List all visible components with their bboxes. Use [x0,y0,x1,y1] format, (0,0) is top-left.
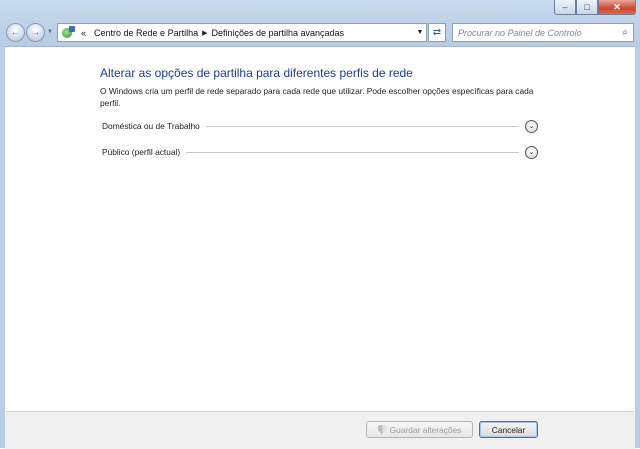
arrow-right-icon: → [30,27,41,38]
back-button[interactable]: ← [6,23,25,42]
recent-pages-dropdown[interactable]: ▼ [47,29,53,35]
breadcrumb-overflow-button[interactable]: « [77,28,90,38]
address-dropdown-icon[interactable]: ▼ [414,29,426,36]
breadcrumb-advanced-sharing[interactable]: Definições de partilha avançadas [207,28,348,38]
close-button[interactable]: ✕ [598,0,636,15]
uac-shield-icon [378,425,387,435]
footer-bar: Guardar alterações Cancelar [5,411,635,449]
page-description: O Windows cria um perfil de rede separad… [100,86,534,108]
section-label: Público (perfil actual) [102,147,181,157]
section-home-or-work[interactable]: Doméstica ou de Trabalho ⌄ [102,119,538,133]
search-input[interactable] [453,27,617,38]
expand-chevron-icon[interactable]: ⌄ [525,119,538,133]
section-divider [186,151,519,153]
title-bar: – □ ✕ [0,0,640,20]
caption-buttons: – □ ✕ [554,0,636,15]
refresh-icon: ⇄ [432,27,442,38]
navigation-bar: ← → ▼ « Centro de Rede e Partilha ▶ Defi… [0,20,640,46]
forward-button[interactable]: → [26,23,45,42]
section-divider [205,125,519,127]
refresh-button[interactable]: ⇄ [428,23,446,42]
cancel-label: Cancelar [491,424,526,435]
search-box: ⌕ [452,23,634,42]
save-changes-label: Guardar alterações [389,424,462,435]
section-public[interactable]: Público (perfil actual) ⌄ [102,145,538,159]
address-bar[interactable]: « Centro de Rede e Partilha ▶ Definições… [57,23,427,42]
expand-chevron-icon[interactable]: ⌄ [525,145,538,159]
search-icon[interactable]: ⌕ [617,27,633,38]
minimize-button[interactable]: – [554,0,576,15]
cancel-button[interactable]: Cancelar [479,421,538,438]
section-label: Doméstica ou de Trabalho [102,121,200,131]
arrow-left-icon: ← [10,27,21,38]
network-pipe-icon [69,25,75,32]
main-content: Alterar as opções de partilha para difer… [5,46,635,411]
maximize-button[interactable]: □ [576,0,598,15]
page-title: Alterar as opções de partilha para difer… [100,66,413,80]
breadcrumb-network-center[interactable]: Centro de Rede e Partilha [90,28,202,38]
save-changes-button[interactable]: Guardar alterações [366,421,473,438]
network-globe-icon [61,25,77,40]
